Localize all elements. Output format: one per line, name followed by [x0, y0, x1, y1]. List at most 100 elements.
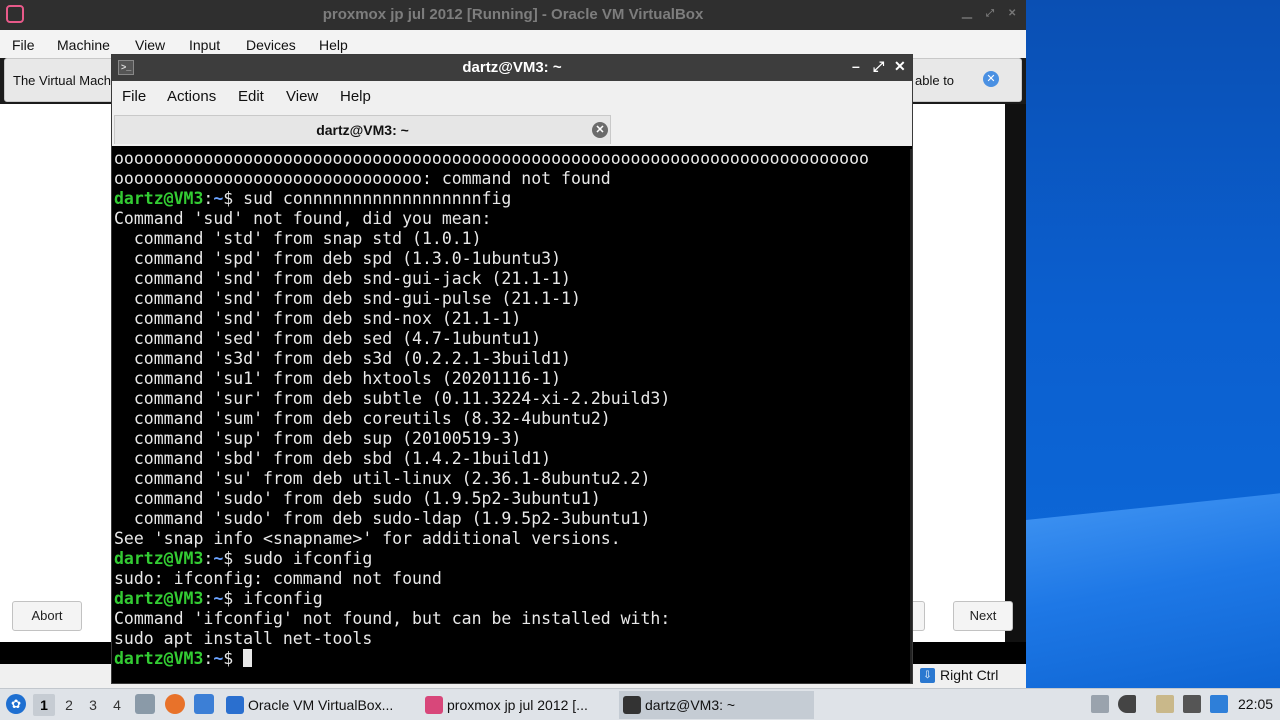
terminal-prompt-line: dartz@VM3:~$ sud connnnnnnnnnnnnnnnnnfig	[114, 189, 910, 209]
terminal-output-line: Command 'sud' not found, did you mean:	[114, 209, 492, 228]
task-label: Oracle VM VirtualBox...	[248, 697, 394, 713]
show-desktop-icon[interactable]	[194, 694, 214, 714]
vbox-menu-devices[interactable]: Devices	[246, 37, 296, 53]
prompt-symbol: $	[223, 649, 234, 668]
terminal-output-line: command 'sudo' from deb sudo-ldap (1.9.5…	[114, 509, 651, 528]
terminal-output-line: See 'snap info <snapname>' for additiona…	[114, 529, 621, 548]
prompt-symbol: $	[223, 589, 234, 608]
terminal-menubar: File Actions Edit View Help	[112, 81, 912, 112]
prompt-user: dartz@VM3	[114, 649, 204, 668]
terminal-window-title: dartz@VM3: ~	[462, 59, 562, 76]
taskbar: ✿ 1 2 3 4 Oracle VM VirtualBox... proxmo…	[0, 688, 1280, 720]
prompt-path: ~	[213, 649, 224, 668]
volume-icon[interactable]	[1118, 695, 1136, 713]
terminal-tabbar: dartz@VM3: ~ ✕	[112, 112, 912, 146]
command-text: ifconfig	[233, 589, 323, 608]
vbox-menu-view[interactable]: View	[135, 37, 165, 53]
start-menu-icon[interactable]: ✿	[6, 694, 26, 714]
task-vm-window[interactable]: proxmox jp jul 2012 [...	[421, 691, 616, 719]
vm-icon	[425, 696, 443, 714]
desktop-light-beam	[1026, 488, 1280, 688]
command-text: sudo ifconfig	[233, 549, 373, 568]
vbox-menu-machine[interactable]: Machine	[57, 37, 110, 53]
prompt-separator: :	[203, 649, 214, 668]
terminal-cursor	[243, 649, 253, 667]
terminal-output-line: sudo apt install net-tools	[114, 629, 373, 648]
prompt-symbol: $	[223, 549, 234, 568]
vbox-menu-help[interactable]: Help	[319, 37, 348, 53]
task-terminal[interactable]: dartz@VM3: ~	[619, 691, 814, 719]
file-manager-icon[interactable]	[135, 694, 155, 714]
installer-button-partial[interactable]	[913, 601, 925, 631]
clipboard-icon[interactable]	[1156, 695, 1174, 713]
terminal-output-line: command 'sbd' from deb sbd (1.4.2-1build…	[114, 449, 552, 468]
notification-close-icon[interactable]: ✕	[983, 71, 999, 87]
maximize-icon[interactable]: ⤢	[986, 8, 994, 19]
terminal-prompt-line: dartz@VM3:~$ ifconfig	[114, 589, 910, 609]
next-button[interactable]: Next	[953, 601, 1013, 631]
task-label: dartz@VM3: ~	[645, 697, 736, 713]
workspace-4[interactable]: 4	[106, 697, 128, 713]
command-text	[233, 649, 243, 668]
abort-button[interactable]: Abort	[12, 601, 82, 631]
notification-text-start: The Virtual Mach	[13, 73, 112, 88]
terminal-output-line: oooooooooooooooooooooooooooooooooooooooo…	[114, 149, 869, 168]
tray-expand-icon[interactable]	[1091, 695, 1109, 713]
vbox-menu-file[interactable]: File	[12, 37, 35, 53]
prompt-user: dartz@VM3	[114, 189, 204, 208]
terminal-output-line: command 'snd' from deb snd-gui-jack (21.…	[114, 269, 571, 288]
terminal-output-line: command 'sudo' from deb sudo (1.9.5p2-3u…	[114, 489, 601, 508]
virtualbox-icon	[226, 696, 244, 714]
prompt-user: dartz@VM3	[114, 549, 204, 568]
terminal-output-line: sudo: ifconfig: command not found	[114, 569, 442, 588]
host-key-label: Right Ctrl	[940, 667, 999, 683]
updates-icon[interactable]	[1210, 695, 1228, 713]
terminal-tab-label: dartz@VM3: ~	[316, 122, 409, 138]
prompt-user: dartz@VM3	[114, 589, 204, 608]
task-label: proxmox jp jul 2012 [...	[447, 697, 588, 713]
host-key-icon: ⇩	[920, 668, 935, 683]
workspace-3[interactable]: 3	[82, 697, 104, 713]
terminal-output-line: command 'std' from snap std (1.0.1)	[114, 229, 482, 248]
terminal-scrollbar[interactable]	[910, 149, 912, 683]
prompt-separator: :	[203, 189, 214, 208]
tab-close-icon[interactable]: ✕	[592, 122, 608, 138]
network-icon[interactable]	[1183, 695, 1201, 713]
minimize-icon[interactable]: ⎽	[962, 8, 972, 19]
terminal-output-line: command 'su' from deb util-linux (2.36.1…	[114, 469, 651, 488]
terminal-window: >_ dartz@VM3: ~ – ⤢ ✕ File Actions Edit …	[111, 54, 913, 684]
workspace-2[interactable]: 2	[58, 697, 80, 713]
notification-text-end: able to	[915, 73, 955, 88]
term-menu-file[interactable]: File	[122, 88, 146, 105]
term-menu-help[interactable]: Help	[340, 88, 371, 105]
terminal-minimize-icon[interactable]: –	[852, 58, 860, 74]
prompt-path: ~	[213, 549, 224, 568]
term-menu-view[interactable]: View	[286, 88, 318, 105]
terminal-output-line: command 'spd' from deb spd (1.3.0-1ubunt…	[114, 249, 562, 268]
terminal-output-line: command 'sur' from deb subtle (0.11.3224…	[114, 389, 671, 408]
terminal-output-line: Command 'ifconfig' not found, but can be…	[114, 609, 671, 628]
terminal-output-line: command 'snd' from deb snd-gui-pulse (21…	[114, 289, 581, 308]
terminal-prompt-line: dartz@VM3:~$ sudo ifconfig	[114, 549, 910, 569]
command-text: sud connnnnnnnnnnnnnnnnnfig	[233, 189, 512, 208]
virtualbox-titlebar[interactable]: proxmox jp jul 2012 [Running] - Oracle V…	[0, 0, 1026, 30]
term-menu-actions[interactable]: Actions	[167, 88, 216, 105]
terminal-maximize-icon[interactable]: ⤢	[873, 58, 884, 75]
desktop-background	[1026, 0, 1280, 688]
vbox-menu-input[interactable]: Input	[189, 37, 220, 53]
prompt-path: ~	[213, 589, 224, 608]
term-menu-edit[interactable]: Edit	[238, 88, 264, 105]
close-icon[interactable]: ✕	[1008, 8, 1016, 19]
terminal-close-icon[interactable]: ✕	[894, 58, 906, 75]
terminal-output-line: command 'sum' from deb coreutils (8.32-4…	[114, 409, 611, 428]
terminal-tab[interactable]: dartz@VM3: ~ ✕	[114, 115, 611, 144]
terminal-output-line: command 'snd' from deb snd-nox (21.1-1)	[114, 309, 522, 328]
workspace-1[interactable]: 1	[33, 694, 55, 716]
terminal-icon	[623, 696, 641, 714]
guest-scrollbar[interactable]	[1005, 104, 1026, 642]
firefox-icon[interactable]	[165, 694, 185, 714]
prompt-separator: :	[203, 549, 214, 568]
task-virtualbox-manager[interactable]: Oracle VM VirtualBox...	[222, 691, 417, 719]
terminal-titlebar[interactable]: >_ dartz@VM3: ~ – ⤢ ✕	[112, 55, 912, 81]
terminal-output[interactable]: oooooooooooooooooooooooooooooooooooooooo…	[114, 149, 910, 683]
